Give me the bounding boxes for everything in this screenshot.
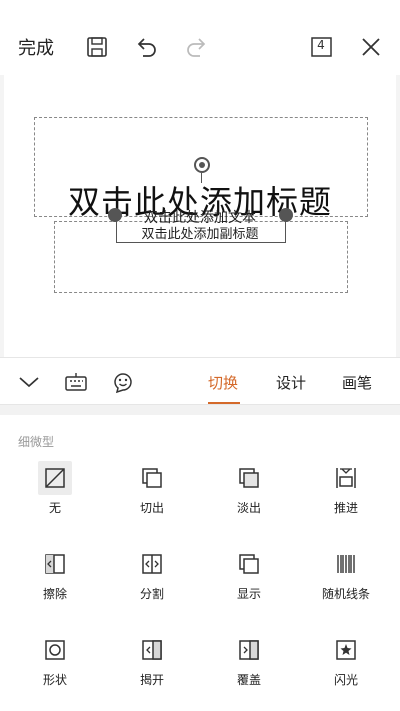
slide-canvas[interactable]: 双击此处添加标题 双击此处添加文本 双击此处添加副标题 [0, 75, 400, 357]
transition-label: 闪光 [333, 673, 358, 687]
transition-label: 显示 [236, 587, 261, 601]
panel-separator [0, 405, 400, 415]
wipe-icon [38, 547, 72, 581]
transition-item-reveal[interactable]: 显示 [209, 547, 289, 607]
tab-design[interactable]: 设计 [276, 372, 306, 393]
redo-icon[interactable] [183, 34, 209, 60]
random-bars-icon [329, 547, 363, 581]
transition-label: 形状 [42, 673, 67, 687]
keyboard-icon[interactable] [63, 370, 89, 394]
active-tab-indicator [208, 402, 240, 404]
transition-item-push[interactable]: 推进 [306, 461, 386, 521]
cover-icon [232, 633, 266, 667]
transition-item-flash[interactable]: 闪光 [306, 633, 386, 693]
done-button[interactable]: 完成 [18, 34, 54, 60]
push-icon [329, 461, 363, 495]
emoji-icon[interactable] [110, 370, 136, 394]
transition-label: 淡出 [236, 501, 261, 515]
top-toolbar: 完成 4 [0, 0, 400, 75]
transition-item-shape[interactable]: 形状 [15, 633, 95, 693]
tab-pen[interactable]: 画笔 [342, 372, 372, 393]
fade-icon [232, 461, 266, 495]
page-count: 4 [317, 38, 325, 52]
slide-subtitle[interactable]: 双击此处添加副标题 [4, 223, 396, 242]
transition-item-random-bars[interactable]: 随机线条 [306, 547, 386, 607]
transition-label: 切出 [139, 501, 164, 515]
transition-item-split[interactable]: 分割 [112, 547, 192, 607]
transition-item-uncover[interactable]: 揭开 [112, 633, 192, 693]
chevron-down-icon[interactable] [16, 370, 42, 394]
slide[interactable]: 双击此处添加标题 双击此处添加文本 双击此处添加副标题 [4, 75, 396, 357]
undo-icon[interactable] [134, 34, 160, 60]
rotate-handle[interactable] [194, 157, 210, 173]
transition-item-none[interactable]: 无 [15, 461, 95, 521]
transition-item-wipe[interactable]: 擦除 [15, 547, 95, 607]
transition-item-cover[interactable]: 覆盖 [209, 633, 289, 693]
cut-icon [135, 461, 169, 495]
transition-label: 分割 [139, 587, 164, 601]
resize-handle-right[interactable] [279, 208, 293, 222]
transition-label: 覆盖 [236, 673, 261, 687]
close-icon[interactable] [358, 34, 384, 60]
save-icon[interactable] [84, 34, 110, 60]
none-icon [38, 461, 72, 495]
shape-icon [38, 633, 72, 667]
uncover-icon [135, 633, 169, 667]
transition-item-cut[interactable]: 切出 [112, 461, 192, 521]
transition-label: 无 [48, 501, 61, 515]
transition-label: 揭开 [139, 673, 164, 687]
section-title: 细微型 [18, 435, 55, 449]
tool-tab-bar: 切换 设计 画笔 [0, 357, 400, 405]
reveal-icon [232, 547, 266, 581]
transition-label: 擦除 [42, 587, 67, 601]
transition-label: 推进 [333, 501, 358, 515]
split-icon [135, 547, 169, 581]
page-count-button[interactable]: 4 [309, 34, 335, 60]
tab-transition[interactable]: 切换 [208, 372, 238, 393]
transition-label: 随机线条 [321, 587, 370, 601]
resize-handle-left[interactable] [108, 208, 122, 222]
transition-item-fade[interactable]: 淡出 [209, 461, 289, 521]
flash-icon [329, 633, 363, 667]
transition-panel: 细微型 无 切出 淡出 推进 擦除 分割 显示 随机线条 形状 揭开 覆盖 闪光 [0, 405, 400, 711]
